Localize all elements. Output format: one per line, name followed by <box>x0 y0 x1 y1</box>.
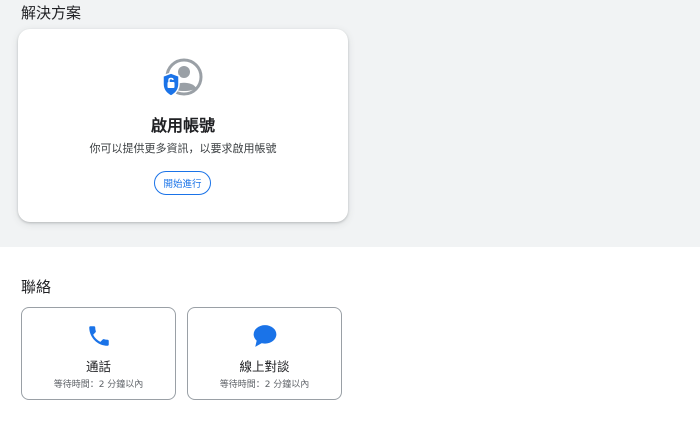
call-label: 通話 <box>85 359 111 374</box>
solutions-heading: 解決方案 <box>21 4 82 22</box>
chat-wait-time: 等待時間：2 分鐘以內 <box>219 380 310 390</box>
phone-icon <box>89 326 109 346</box>
call-option-card[interactable]: 通話 等待時間：2 分鐘以內 <box>21 307 176 400</box>
account-shield-icon <box>162 58 203 97</box>
start-button[interactable]: 開始進行 <box>154 171 211 195</box>
chat-option-card[interactable]: 線上對談 等待時間：2 分鐘以內 <box>187 307 342 400</box>
call-wait-time: 等待時間：2 分鐘以內 <box>53 380 144 390</box>
contact-heading: 聯絡 <box>21 278 52 296</box>
card-title: 啟用帳號 <box>150 116 215 135</box>
card-description: 你可以提供更多資訊，以要求啟用帳號 <box>89 142 277 155</box>
chat-icon <box>253 325 277 347</box>
chat-label: 線上對談 <box>239 359 290 374</box>
